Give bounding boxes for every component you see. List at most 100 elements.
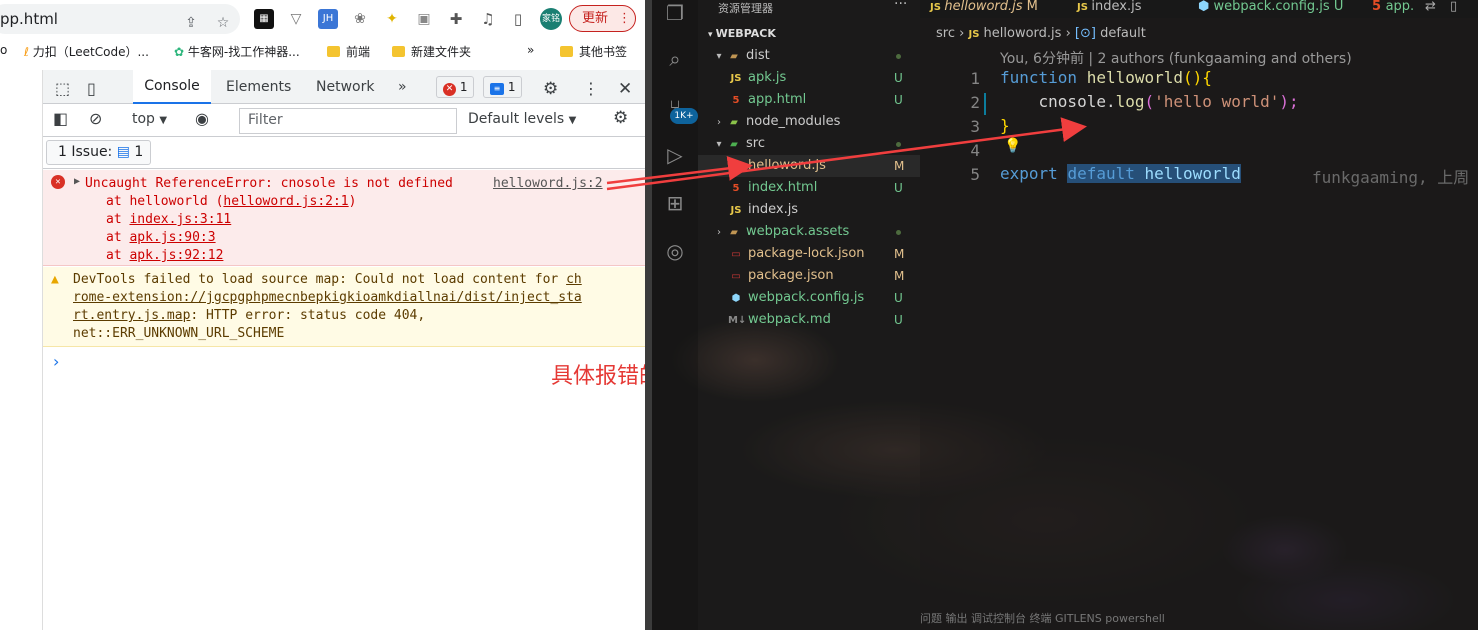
- issues-button[interactable]: 1 Issue: ▤ 1: [46, 140, 151, 165]
- more-options-icon[interactable]: ⋮: [583, 79, 599, 98]
- split-editor-icon[interactable]: ▯: [1450, 0, 1457, 14]
- clear-console-icon[interactable]: ⊘: [89, 109, 102, 128]
- live-expression-eye-icon[interactable]: ◉: [195, 109, 209, 128]
- scm-count-badge: 1K+: [670, 108, 698, 124]
- code-line-5[interactable]: export default helloworld: [1000, 164, 1241, 183]
- address-bar[interactable]: pp.html ⇪ ☆: [0, 4, 240, 34]
- bookmark-folder-other[interactable]: 其他书签: [560, 43, 627, 60]
- extensions-puzzle-icon[interactable]: ✚: [446, 9, 466, 29]
- sidebar-toggle-icon[interactable]: ◧: [53, 109, 68, 128]
- git-modified-gutter: [984, 93, 986, 115]
- extensions-icon[interactable]: ⊞: [662, 190, 688, 216]
- tab-elements[interactable]: Elements: [226, 79, 291, 95]
- stack-link[interactable]: apk.js:90:3: [129, 230, 215, 245]
- page-viewport: [0, 70, 43, 630]
- tree-item-package-lock-json[interactable]: ▭ package-lock.json M: [698, 243, 920, 265]
- editor-tab-helloword-js[interactable]: JS helloword.js M: [930, 0, 1038, 14]
- tree-label: dist: [746, 48, 770, 63]
- warning-link[interactable]: ch: [566, 272, 582, 287]
- share-icon[interactable]: ⇪: [182, 14, 200, 32]
- search-icon[interactable]: ⌕: [662, 46, 688, 72]
- explorer-more-icon[interactable]: ···: [894, 0, 907, 12]
- explorer-files-icon[interactable]: ❐: [662, 0, 688, 26]
- tree-item-node-modules[interactable]: › ▰ node_modules: [698, 111, 920, 133]
- code-line-3[interactable]: }: [1000, 116, 1010, 135]
- keyword: function: [1000, 68, 1078, 87]
- bookmark-folder-frontend[interactable]: 前端: [327, 43, 370, 60]
- tree-item-webpack-assets[interactable]: › ▰ webpack.assets: [698, 221, 920, 243]
- profile-avatar[interactable]: 家铭: [540, 8, 562, 30]
- git-codelens[interactable]: You, 6分钟前 | 2 authors (funkgaaming and o…: [1000, 48, 1352, 68]
- translate-icon[interactable]: ❀: [350, 9, 370, 29]
- context-label: top: [132, 111, 155, 127]
- editor-tab-index-js[interactable]: JS index.js: [1077, 0, 1142, 14]
- stack-link[interactable]: apk.js:92:12: [129, 248, 223, 263]
- tree-item-apk-js[interactable]: JS apk.js U: [698, 67, 920, 89]
- code-line-1[interactable]: function helloworld(){: [1000, 68, 1212, 87]
- html-file-icon: 5: [1372, 0, 1386, 14]
- bookmark-leetcode[interactable]: ℓ 力扣（LeetCode）...: [24, 43, 149, 60]
- warning-link[interactable]: rome-extension://jgcpgphpmecnbepkigkioam…: [73, 290, 582, 305]
- tree-item-package-json[interactable]: ▭ package.json M: [698, 265, 920, 287]
- log-levels-selector[interactable]: Default levels ▼: [468, 111, 576, 127]
- jh-extension-icon[interactable]: JH: [318, 9, 338, 29]
- git-status: M: [894, 269, 905, 283]
- media-controls-icon[interactable]: ♫: [478, 9, 498, 29]
- tree-item-src[interactable]: ▾ ▰ src: [698, 133, 920, 155]
- console-settings-gear-icon[interactable]: ⚙: [613, 108, 628, 128]
- code-line-2[interactable]: cnosole.log('hello world');: [1000, 92, 1299, 111]
- tab-network[interactable]: Network: [316, 79, 374, 95]
- bookmark-star-icon[interactable]: ☆: [214, 14, 232, 32]
- stack-prefix: at helloworld (: [106, 194, 224, 209]
- bookmarks-overflow-button[interactable]: »: [527, 43, 534, 57]
- bookmark-item[interactable]: o: [0, 43, 7, 57]
- message-count-badge[interactable]: ≡ 1: [483, 76, 523, 98]
- error-count-badge[interactable]: ✕ 1: [436, 76, 475, 98]
- run-debug-icon[interactable]: ▷: [662, 142, 688, 168]
- git-graph-icon[interactable]: ◎: [662, 238, 688, 264]
- device-toolbar-icon[interactable]: ▯: [87, 79, 96, 98]
- breadcrumb-file[interactable]: helloword.js: [984, 26, 1062, 41]
- inline-git-blame: funkgaaming, 上周: [1312, 168, 1470, 187]
- vue-devtools-icon[interactable]: ▽: [286, 9, 306, 29]
- expand-triangle-icon[interactable]: ▶: [74, 176, 80, 187]
- puzzle-game-icon[interactable]: ✦: [382, 9, 402, 29]
- tree-item-webpack-md[interactable]: M↓ webpack.md U: [698, 309, 920, 331]
- tree-item-dist[interactable]: ▾ ▰ dist: [698, 45, 920, 67]
- stack-link[interactable]: helloword.js:2:1: [223, 194, 348, 209]
- image-icon[interactable]: ▣: [414, 9, 434, 29]
- warning-link[interactable]: rt.entry.js.map: [73, 308, 190, 323]
- tree-item-index-js[interactable]: JS index.js: [698, 199, 920, 221]
- workspace-root[interactable]: ▾ WEBPACK: [708, 27, 776, 40]
- editor-tab-app-html[interactable]: 5 app.: [1372, 0, 1414, 14]
- breadcrumb-symbol[interactable]: default: [1100, 26, 1146, 41]
- console-filter-input[interactable]: Filter: [239, 108, 457, 134]
- lightbulb-icon[interactable]: 💡: [1004, 138, 1021, 154]
- inspect-element-icon[interactable]: ⬚: [55, 79, 70, 98]
- warning-text: : HTTP error: status code 404,: [190, 308, 426, 323]
- more-tabs-button[interactable]: »: [398, 79, 407, 95]
- tree-item-helloword-js[interactable]: JS helloword.js M: [698, 155, 920, 177]
- tree-item-index-html[interactable]: 5 index.html U: [698, 177, 920, 199]
- editor-tab-webpack-config[interactable]: ⬢ webpack.config.js U: [1198, 0, 1343, 14]
- panel-tabs[interactable]: 问题 输出 调试控制台 终端 GITLENS powershell: [920, 610, 1478, 630]
- update-button[interactable]: 更新 ⋮: [569, 5, 636, 32]
- html-file-icon: 5: [732, 183, 740, 194]
- context-selector[interactable]: top ▼: [132, 111, 167, 127]
- extension-icon[interactable]: ▦: [254, 9, 274, 29]
- close-devtools-icon[interactable]: ✕: [618, 79, 632, 99]
- tree-label: webpack.assets: [746, 224, 850, 239]
- error-icon: ✕: [443, 83, 456, 96]
- tree-item-app-html[interactable]: 5 app.html U: [698, 89, 920, 111]
- breadcrumb-folder[interactable]: src: [936, 26, 955, 41]
- bookmark-folder-new[interactable]: 新建文件夹: [392, 43, 471, 60]
- error-source-link[interactable]: helloword.js:2: [493, 176, 603, 191]
- tab-console[interactable]: Console: [133, 70, 211, 104]
- bookmark-nowcoder[interactable]: ✿ 牛客网-找工作神器...: [174, 43, 300, 60]
- open-changes-icon[interactable]: ⇄: [1425, 0, 1436, 14]
- console-prompt[interactable]: ›: [53, 352, 59, 371]
- tree-item-webpack-config-js[interactable]: ⬢ webpack.config.js U: [698, 287, 920, 309]
- stack-link[interactable]: index.js:3:11: [129, 212, 231, 227]
- side-panel-icon[interactable]: ▯: [508, 9, 528, 29]
- settings-gear-icon[interactable]: ⚙: [543, 79, 558, 99]
